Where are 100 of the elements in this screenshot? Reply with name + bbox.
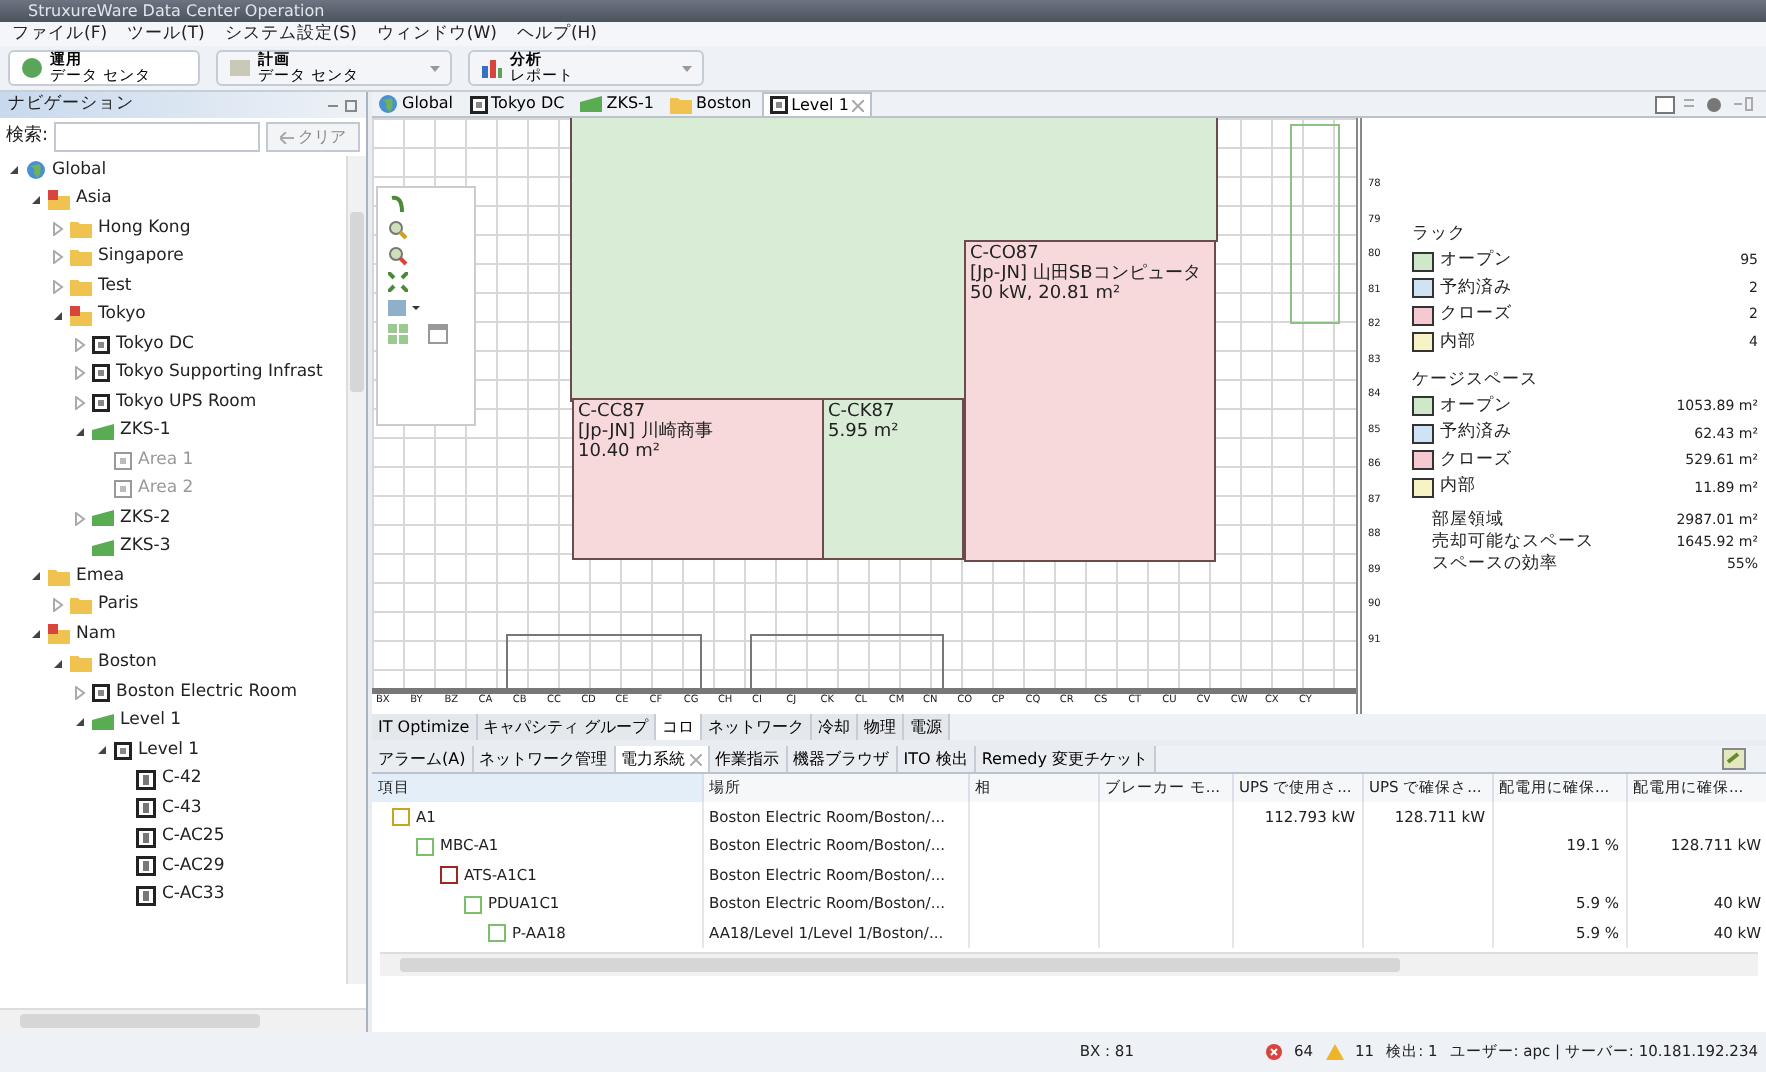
collapsed-arrow-icon[interactable]: [74, 395, 86, 410]
tree-item[interactable]: C-AC25: [162, 824, 225, 851]
expanded-arrow-icon[interactable]: [74, 715, 86, 728]
summary-label: スペースの効率: [1432, 551, 1558, 577]
editor-tab[interactable]: Global: [372, 92, 460, 116]
zoom-in-icon[interactable]: [388, 220, 408, 240]
fit-icon[interactable]: [388, 272, 408, 292]
menu-item[interactable]: システム設定(S): [224, 22, 357, 46]
room-area[interactable]: [570, 118, 1218, 402]
view-tab[interactable]: IT Optimize: [372, 714, 478, 740]
collapsed-arrow-icon[interactable]: [52, 598, 64, 613]
room-label: 50 kW, 20.81 m²: [970, 284, 1121, 304]
tree-item[interactable]: C-42: [162, 766, 202, 793]
tree-item[interactable]: Tokyo UPS Room: [116, 389, 257, 416]
expanded-arrow-icon[interactable]: [8, 164, 20, 177]
collapsed-arrow-icon[interactable]: [74, 366, 86, 381]
panel-tab[interactable]: Remedy 変更チケット: [975, 746, 1157, 772]
tree-item[interactable]: ZKS-2: [120, 505, 171, 532]
close-icon[interactable]: [852, 99, 865, 111]
summary-label: 部屋領域: [1432, 507, 1504, 532]
menu-item[interactable]: ツール(T): [127, 22, 205, 46]
panel-tab[interactable]: 電力系統: [615, 746, 710, 772]
legend-label: 予約済み: [1440, 275, 1512, 301]
tree-item[interactable]: Global: [52, 157, 107, 184]
tree-item[interactable]: ZKS-1: [120, 418, 171, 445]
editor-tab[interactable]: ZKS-1: [574, 92, 660, 116]
minimize-icon[interactable]: [326, 99, 358, 111]
view-tab[interactable]: コロ: [656, 714, 703, 740]
folder-icon: [48, 189, 70, 210]
panel-tab[interactable]: 作業指示: [709, 746, 788, 772]
panel-title: ナビゲーション: [8, 92, 134, 118]
tree-item[interactable]: C-AC29: [162, 853, 225, 880]
tree-item[interactable]: Singapore: [98, 244, 184, 271]
tree-item[interactable]: Paris: [98, 592, 139, 619]
tree-item[interactable]: Asia: [76, 186, 112, 213]
editor-tab[interactable]: Level 1: [761, 92, 873, 116]
view-tab[interactable]: 電源: [904, 714, 951, 740]
panel-tab[interactable]: 機器ブラウザ: [787, 746, 898, 772]
room-area[interactable]: C-CO87 [Jp-JN] 山田SBコンピュータ 50 kW, 20.81 m²: [964, 240, 1216, 562]
panel-tab[interactable]: ネットワーク管理: [473, 746, 616, 772]
collapsed-arrow-icon[interactable]: [52, 250, 64, 265]
editor-tab[interactable]: Tokyo DC: [463, 92, 571, 116]
menu-item[interactable]: ファイル(F): [12, 22, 108, 46]
horizontal-scrollbar[interactable]: [380, 951, 1758, 975]
collapsed-arrow-icon[interactable]: [74, 337, 86, 352]
floor-plan[interactable]: C-CO87 [Jp-JN] 山田SBコンピュータ 50 kW, 20.81 m² C-CC87 [Jp-JN] 川崎商事 10.40 m² C-CK87 5.95 m²: [372, 118, 1356, 694]
expanded-arrow-icon[interactable]: [74, 425, 86, 438]
menu-item[interactable]: ウィンドウ(W): [376, 22, 497, 46]
window-icon[interactable]: [428, 324, 448, 344]
zoom-out-icon[interactable]: [388, 246, 408, 266]
tree-item[interactable]: Test: [98, 273, 132, 300]
cage-outline[interactable]: [1290, 124, 1340, 324]
tree-item[interactable]: Level 1: [120, 708, 182, 735]
tree-item[interactable]: Tokyo: [98, 302, 146, 329]
folder-icon: [70, 248, 92, 267]
expanded-arrow-icon[interactable]: [30, 193, 42, 206]
rack-outline[interactable]: [750, 634, 944, 688]
collapsed-arrow-icon[interactable]: [52, 221, 64, 236]
panel-tab[interactable]: アラーム(A): [372, 746, 474, 772]
tree-item[interactable]: Tokyo Supporting Infrast: [116, 360, 323, 387]
rack-outline[interactable]: [506, 634, 702, 688]
expanded-arrow-icon[interactable]: [30, 570, 42, 583]
toolbar-icons-drawing[interactable]: [1654, 95, 1754, 113]
editor-tab[interactable]: Boston: [664, 92, 758, 116]
panel-tab[interactable]: ITO 検出: [897, 746, 976, 772]
tree-item[interactable]: Nam: [76, 621, 116, 648]
room-area[interactable]: C-CC87 [Jp-JN] 川崎商事 10.40 m²: [572, 398, 824, 560]
view-tab[interactable]: ネットワーク: [702, 714, 813, 740]
grid-icon[interactable]: [388, 324, 408, 344]
collapsed-arrow-icon[interactable]: [74, 685, 86, 700]
view-tab[interactable]: 物理: [858, 714, 905, 740]
search-field[interactable]: [54, 122, 260, 152]
menu-item[interactable]: ヘルプ(H): [516, 22, 597, 46]
tree-item[interactable]: Boston: [98, 650, 157, 677]
expanded-arrow-icon[interactable]: [30, 628, 42, 641]
summary-label: 売却可能なスペース: [1432, 529, 1594, 553]
tree-item[interactable]: Hong Kong: [98, 215, 191, 242]
view-tab[interactable]: 冷却: [812, 714, 859, 740]
collapsed-arrow-icon[interactable]: [74, 511, 86, 526]
expanded-arrow-icon[interactable]: [52, 309, 64, 322]
horizontal-scrollbar[interactable]: [0, 1008, 366, 1032]
tree-item[interactable]: C-43: [162, 795, 202, 822]
folder-icon: [70, 305, 92, 326]
vertical-scrollbar[interactable]: [346, 156, 366, 984]
close-icon[interactable]: [689, 753, 702, 765]
tree-item[interactable]: ZKS-3: [120, 534, 171, 561]
tree-item[interactable]: Emea: [76, 563, 125, 590]
expanded-arrow-icon[interactable]: [96, 744, 108, 757]
tree-item[interactable]: Boston Electric Room: [116, 679, 297, 706]
layers-icon[interactable]: [388, 298, 420, 318]
chart-icon: [480, 56, 504, 80]
room-icon: [469, 95, 488, 113]
view-tab[interactable]: キャパシティ グループ: [477, 714, 657, 740]
tree-item[interactable]: Level 1: [138, 737, 200, 764]
room-area[interactable]: C-CK87 5.95 m²: [822, 398, 964, 560]
collapsed-arrow-icon[interactable]: [52, 279, 64, 294]
tree-item[interactable]: C-AC33: [162, 882, 225, 909]
legend-heading: ラック: [1412, 222, 1468, 248]
expanded-arrow-icon[interactable]: [52, 657, 64, 670]
tree-item[interactable]: Tokyo DC: [116, 331, 194, 358]
